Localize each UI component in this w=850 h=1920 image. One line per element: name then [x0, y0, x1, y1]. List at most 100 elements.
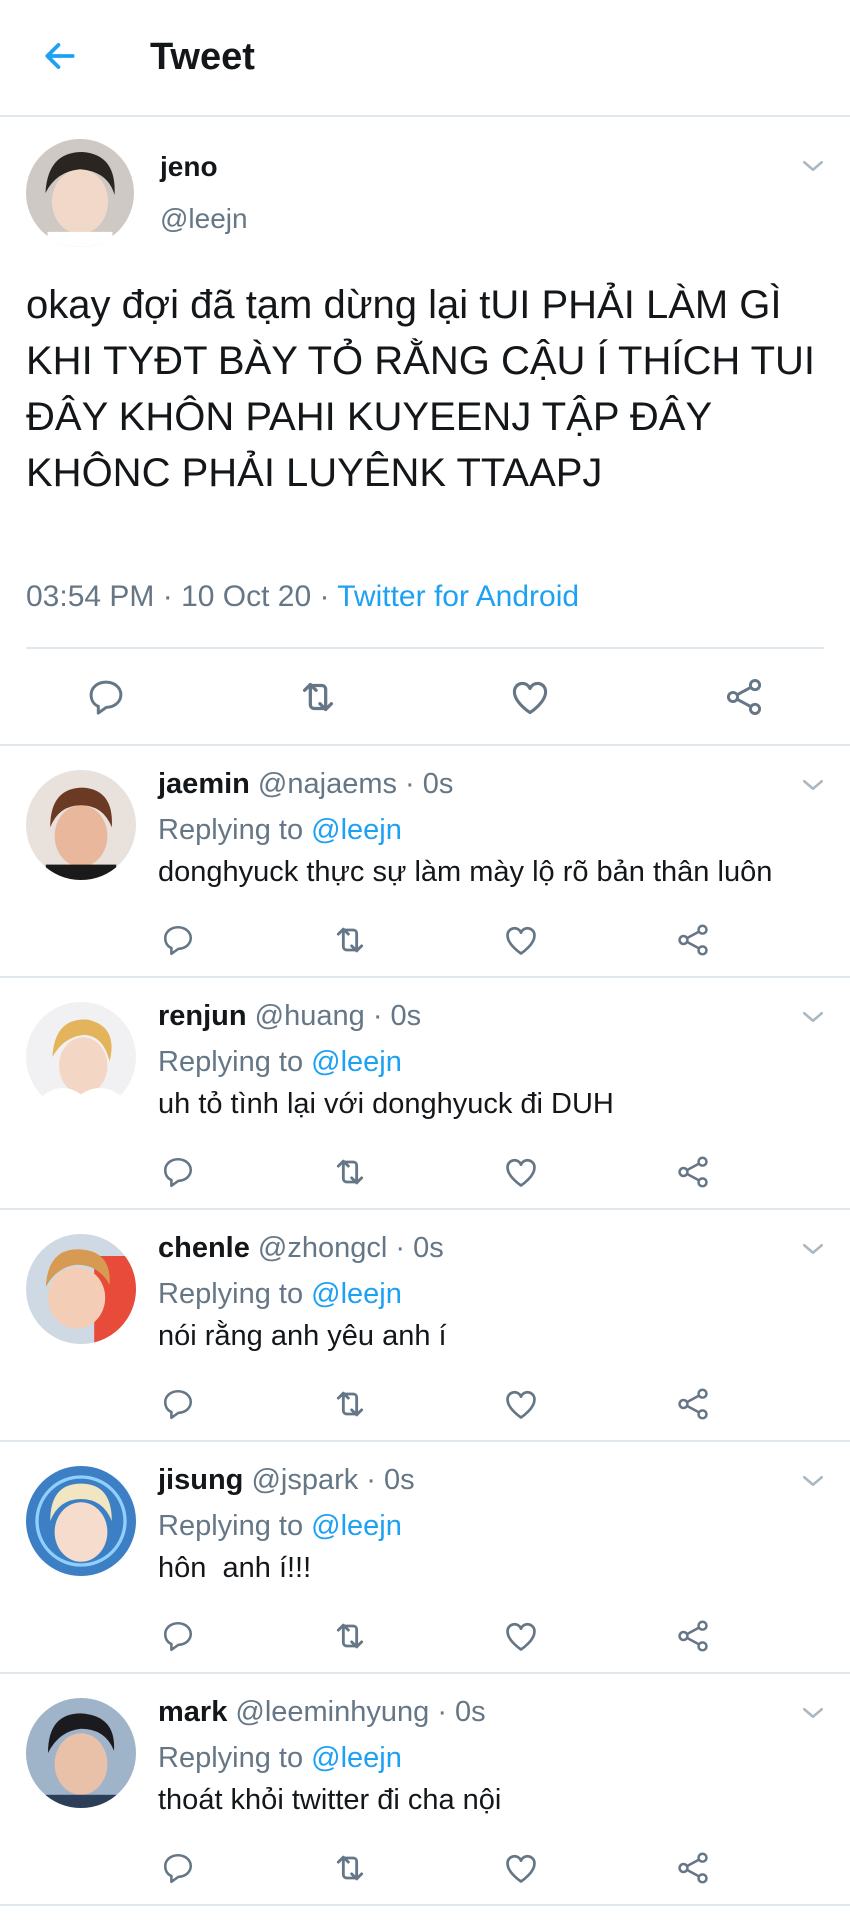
- share-button[interactable]: [669, 1844, 717, 1892]
- reply-icon: [163, 925, 193, 956]
- reply-tweet[interactable]: chenle @zhongcl · 0s Replying to @leejn …: [0, 1210, 850, 1442]
- reply-text: thoát khỏi twitter đi cha nội: [158, 1784, 502, 1816]
- reply-button[interactable]: [154, 1148, 202, 1196]
- reply-options-button[interactable]: [798, 1698, 828, 1728]
- reply-author-name[interactable]: jaemin: [158, 768, 250, 800]
- chevron-down-icon: [803, 1012, 823, 1022]
- reply-button[interactable]: [154, 916, 202, 964]
- retweet-icon: [336, 1855, 364, 1881]
- reply-header: jaemin @najaems · 0s: [158, 768, 453, 801]
- avatar[interactable]: [26, 1234, 136, 1344]
- like-button[interactable]: [497, 1612, 545, 1660]
- reply-text: hôn anh í!!!: [158, 1552, 312, 1584]
- retweet-button[interactable]: [326, 1380, 374, 1428]
- chevron-down-icon: [803, 1708, 823, 1718]
- like-icon: [506, 926, 536, 955]
- reply-tweet[interactable]: jisung @jspark · 0s Replying to @leejn h…: [0, 1442, 850, 1674]
- share-icon: [678, 924, 708, 956]
- replying-to-label: Replying to: [158, 1510, 312, 1542]
- like-icon: [506, 1158, 536, 1187]
- reply-author-name[interactable]: jisung: [158, 1464, 243, 1496]
- retweet-icon: [336, 927, 364, 953]
- share-icon: [726, 679, 762, 715]
- chevron-down-icon: [803, 1476, 823, 1486]
- reply-button[interactable]: [154, 1612, 202, 1660]
- replying-to-mention[interactable]: @leejn: [311, 1046, 402, 1078]
- share-button[interactable]: [669, 1148, 717, 1196]
- reply-text: donghyuck thực sự làm mày lộ rõ bản thân…: [158, 856, 773, 888]
- author-name[interactable]: jeno: [160, 151, 218, 183]
- reply-author-name[interactable]: chenle: [158, 1232, 250, 1264]
- like-button[interactable]: [497, 1148, 545, 1196]
- replying-to-mention[interactable]: @leejn: [311, 1510, 402, 1542]
- share-button[interactable]: [669, 1612, 717, 1660]
- replying-to: Replying to @leejn: [158, 1510, 402, 1543]
- back-arrow-icon: [45, 43, 75, 69]
- reply-icon: [89, 680, 123, 715]
- replying-to-mention[interactable]: @leejn: [311, 1278, 402, 1310]
- reply-options-button[interactable]: [798, 1466, 828, 1496]
- replying-to: Replying to @leejn: [158, 1046, 402, 1079]
- replying-to-label: Replying to: [158, 1278, 312, 1310]
- top-bar: Tweet: [0, 0, 850, 117]
- replying-to: Replying to @leejn: [158, 1278, 402, 1311]
- reply-button[interactable]: [82, 673, 130, 721]
- reply-options-button[interactable]: [798, 1234, 828, 1264]
- back-button[interactable]: [36, 32, 84, 80]
- reply-header: jisung @jspark · 0s: [158, 1464, 415, 1497]
- reply-options-button[interactable]: [798, 1002, 828, 1032]
- share-button[interactable]: [720, 673, 768, 721]
- replying-to-label: Replying to: [158, 1742, 312, 1774]
- share-icon: [678, 1388, 708, 1420]
- retweet-button[interactable]: [326, 1844, 374, 1892]
- replying-to-mention[interactable]: @leejn: [311, 1742, 402, 1774]
- reply-header: renjun @huang · 0s: [158, 1000, 421, 1033]
- retweet-button[interactable]: [294, 673, 342, 721]
- tweet-options-button[interactable]: [798, 151, 828, 181]
- avatar[interactable]: [26, 770, 136, 880]
- tweet-source-link[interactable]: Twitter for Android: [337, 580, 579, 613]
- reply-author-name[interactable]: renjun: [158, 1000, 247, 1032]
- retweet-button[interactable]: [326, 916, 374, 964]
- avatar[interactable]: [26, 139, 134, 247]
- avatar[interactable]: [26, 1466, 136, 1576]
- replying-to-mention[interactable]: @leejn: [311, 814, 402, 846]
- tweet-actions: [0, 667, 850, 727]
- avatar[interactable]: [26, 1002, 136, 1112]
- reply-icon: [163, 1853, 193, 1884]
- reply-button[interactable]: [154, 1380, 202, 1428]
- reply-tweet[interactable]: renjun @huang · 0s Replying to @leejn uh…: [0, 978, 850, 1210]
- reply-tweet[interactable]: jaemin @najaems · 0s Replying to @leejn …: [0, 746, 850, 978]
- retweet-button[interactable]: [326, 1612, 374, 1660]
- replying-to-label: Replying to: [158, 1046, 312, 1078]
- like-icon: [506, 1390, 536, 1419]
- reply-handle-time: @najaems · 0s: [249, 768, 454, 800]
- reply-button[interactable]: [154, 1844, 202, 1892]
- reply-options-button[interactable]: [798, 770, 828, 800]
- chevron-down-icon: [803, 1244, 823, 1254]
- like-icon: [506, 1622, 536, 1651]
- like-button[interactable]: [506, 673, 554, 721]
- reply-author-name[interactable]: mark: [158, 1696, 227, 1728]
- divider: [26, 647, 824, 649]
- replying-to-label: Replying to: [158, 814, 312, 846]
- like-button[interactable]: [497, 1844, 545, 1892]
- retweet-button[interactable]: [326, 1148, 374, 1196]
- retweet-icon: [302, 682, 334, 712]
- main-tweet: jeno @leejn okay đợi đã tạm dừng lại tUI…: [0, 117, 850, 746]
- replying-to: Replying to @leejn: [158, 814, 402, 847]
- like-button[interactable]: [497, 916, 545, 964]
- like-icon: [512, 681, 548, 715]
- tweet-timestamp: 03:54 PM · 10 Oct 20 ·: [26, 580, 338, 613]
- page-title: Tweet: [150, 36, 255, 78]
- author-handle[interactable]: @leejn: [160, 203, 248, 235]
- reply-handle-time: @leeminhyung · 0s: [227, 1696, 486, 1728]
- tweet-meta: 03:54 PM · 10 Oct 20 · Twitter for Andro…: [26, 580, 579, 614]
- share-icon: [678, 1156, 708, 1188]
- reply-tweet[interactable]: mark @leeminhyung · 0s Replying to @leej…: [0, 1674, 850, 1906]
- avatar[interactable]: [26, 1698, 136, 1808]
- reply-icon: [163, 1157, 193, 1188]
- share-button[interactable]: [669, 1380, 717, 1428]
- share-button[interactable]: [669, 916, 717, 964]
- like-button[interactable]: [497, 1380, 545, 1428]
